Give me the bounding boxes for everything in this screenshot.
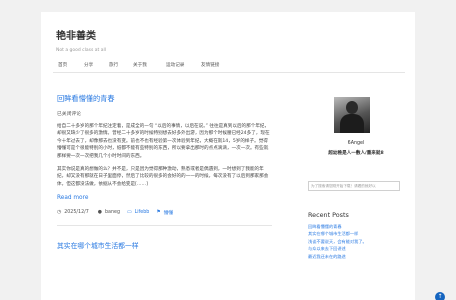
author-bio: 超幼稚是人一敷人/重来就8 xyxy=(328,151,384,156)
post-title[interactable]: 其实在哪个城市生活都一样 xyxy=(57,240,272,250)
search-input[interactable]: 为了搜索请您刚开始下载！请看的就好以 xyxy=(308,181,400,191)
nav-item-home[interactable]: 首页 xyxy=(58,62,67,68)
scroll-to-top-button[interactable]: ↑ xyxy=(435,292,445,300)
recent-post-link[interactable]: 最近我还未在的路途 xyxy=(308,254,404,261)
comments-closed: 已关闭评论 xyxy=(57,112,81,117)
post-date[interactable]: 2025/12/7 xyxy=(64,210,89,215)
author-avatar xyxy=(334,97,370,133)
nav-item-links[interactable]: 友情链接 xyxy=(201,62,219,68)
tag-icon: ⚑ xyxy=(156,210,161,216)
nav-item-travel[interactable]: 旅行 xyxy=(109,62,118,68)
author-name: 6Angel xyxy=(347,141,365,146)
nav-item-share[interactable]: 分享 xyxy=(84,62,93,68)
avatar-head-shape xyxy=(346,101,358,114)
recent-post-link[interactable]: 其实在哪个城市生活都一样 xyxy=(308,231,404,238)
user-icon: ● xyxy=(97,210,102,216)
post-tag[interactable]: 懵懂 xyxy=(164,209,174,216)
recent-posts-list: 回眸看懵懂的青春 其实在哪个城市生活都一样 浅谈不要说天，会有能对我了。 与众以… xyxy=(308,224,404,261)
main-content: 回眸看懵懂的青春 已关闭评论 给自二十多岁的那个年纪注定着，是成全的一句 “以后… xyxy=(57,94,272,250)
post-category[interactable]: Lifebb xyxy=(135,210,150,215)
folder-icon: ▭ xyxy=(127,210,132,216)
read-more-link[interactable]: Read more xyxy=(57,195,272,201)
site-header: 艳非善类 Not a good class at all xyxy=(56,27,106,53)
recent-post-link[interactable]: 与众以来去下回讲述 xyxy=(308,246,404,253)
nav-item-about[interactable]: 关于我 xyxy=(133,62,147,68)
arrow-up-icon: ↑ xyxy=(437,293,443,300)
post-meta: ◷ 2025/12/7 ● baneg ▭ Lifebb ⚑ 懵懂 xyxy=(57,209,272,216)
recent-posts-heading: Recent Posts xyxy=(308,211,349,219)
site-description: Not a good class at all xyxy=(56,48,106,53)
nav-item-sports[interactable]: 运动记录 xyxy=(166,62,184,68)
avatar-body-shape xyxy=(340,114,364,133)
post-divider xyxy=(57,225,272,227)
post-paragraph: 给自二十多岁的那个年纪注定着，是成全的一句 “以后的事情，以后在说。” 往往是真… xyxy=(57,124,270,159)
page-container: 艳非善类 Not a good class at all 首页 分享 旅行 关于… xyxy=(41,12,415,300)
post-author[interactable]: baneg xyxy=(105,210,120,215)
site-title[interactable]: 艳非善类 xyxy=(56,27,106,42)
clock-icon: ◷ xyxy=(57,210,62,216)
post-title[interactable]: 回眸看懵懂的青春 xyxy=(57,94,272,104)
post-paragraph: 其实你说是真的想做的么？并不是，只是因为觉得那种激动，熟悉或者是偶遇到，一时想到… xyxy=(57,167,269,187)
main-nav: 首页 分享 旅行 关于我 运动记录 友情链接 xyxy=(53,59,405,73)
